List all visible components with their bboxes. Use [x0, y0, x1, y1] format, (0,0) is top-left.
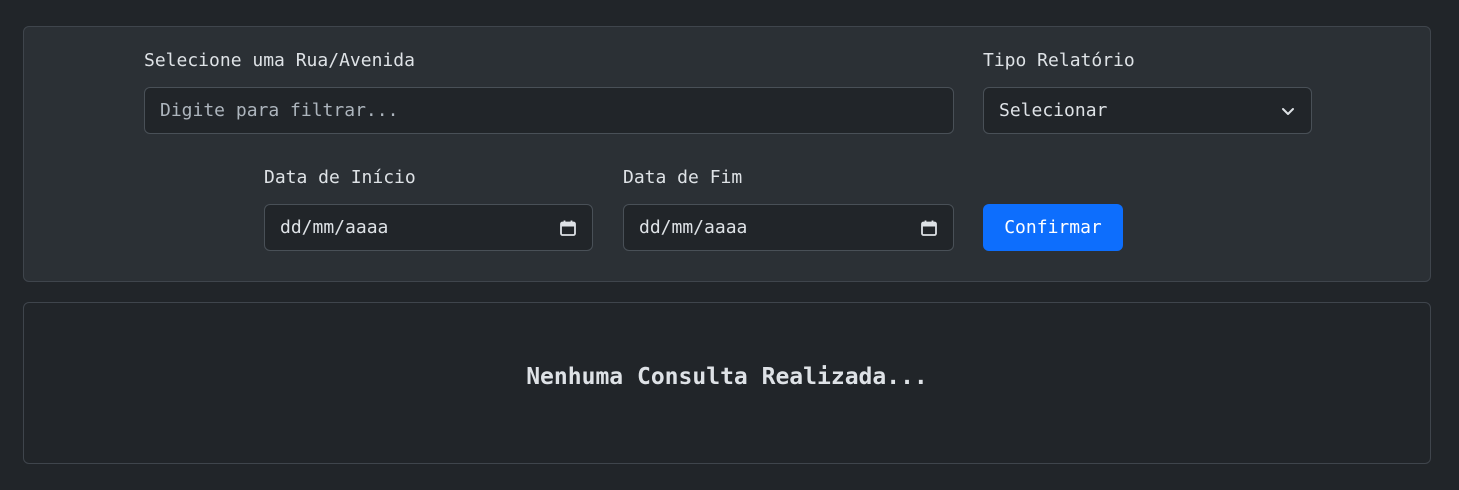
start-date-input[interactable]: dd/mm/aaaa	[264, 204, 593, 251]
confirm-button[interactable]: Confirmar	[983, 204, 1123, 251]
start-date-placeholder: dd/mm/aaaa	[280, 217, 389, 238]
empty-results-message: Nenhuma Consulta Realizada...	[526, 364, 928, 390]
chevron-down-icon	[1280, 103, 1296, 119]
report-type-select[interactable]: Selecionar	[983, 87, 1312, 134]
report-type-label: Tipo Relatório	[983, 50, 1135, 71]
street-label: Selecione uma Rua/Avenida	[144, 50, 415, 71]
street-filter-input[interactable]	[144, 87, 954, 134]
end-date-placeholder: dd/mm/aaaa	[639, 217, 748, 238]
start-date-label: Data de Início	[264, 167, 416, 188]
end-date-input[interactable]: dd/mm/aaaa	[623, 204, 954, 251]
filter-panel: Selecione uma Rua/Avenida Tipo Relatório…	[23, 26, 1431, 282]
calendar-icon[interactable]	[559, 219, 577, 237]
end-date-label: Data de Fim	[623, 167, 743, 188]
report-type-selected-value: Selecionar	[999, 100, 1108, 121]
results-panel: Nenhuma Consulta Realizada...	[23, 302, 1431, 464]
calendar-icon[interactable]	[920, 219, 938, 237]
